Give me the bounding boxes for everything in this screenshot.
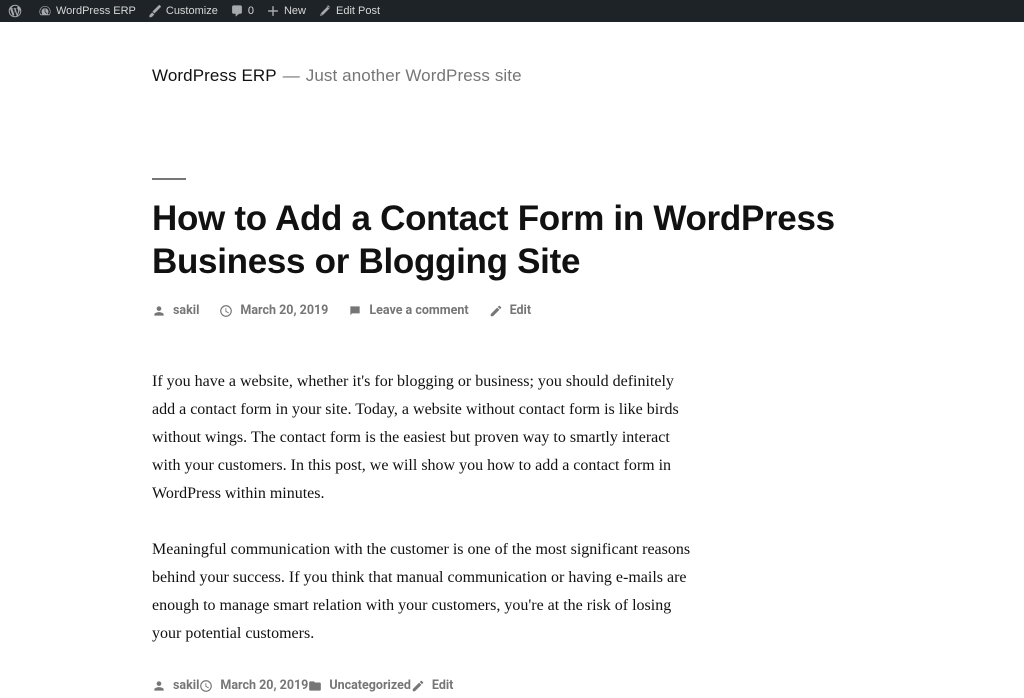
site-tagline: Just another WordPress site [306, 66, 522, 86]
brush-icon [148, 4, 162, 18]
meta-comment-link[interactable]: Leave a comment [348, 303, 468, 318]
meta-author-bottom: sakil [152, 678, 199, 693]
comments-count: 0 [248, 0, 254, 22]
meta-edit-link[interactable]: Edit [489, 303, 532, 318]
author-link-bottom[interactable]: sakil [173, 678, 199, 693]
date-link-bottom[interactable]: March 20, 2019 [220, 678, 308, 693]
edit-post-label: Edit Post [336, 0, 380, 22]
wordpress-icon [8, 4, 22, 18]
site-title[interactable]: WordPress ERP [152, 66, 277, 86]
post-title: How to Add a Contact Form in WordPress B… [152, 198, 872, 283]
leave-comment-label: Leave a comment [369, 303, 468, 318]
dashboard-link[interactable]: WordPress ERP [32, 0, 142, 22]
date-link[interactable]: March 20, 2019 [240, 303, 328, 318]
edit-label: Edit [510, 303, 532, 318]
meta-date-bottom: March 20, 2019 [199, 678, 308, 693]
edit-label-bottom: Edit [432, 678, 454, 693]
dashboard-icon [38, 4, 52, 18]
post: How to Add a Contact Form in WordPress B… [0, 178, 1024, 693]
clock-icon [219, 304, 233, 318]
comments-icon [230, 4, 244, 18]
person-icon [152, 304, 166, 318]
meta-edit-link-bottom[interactable]: Edit [411, 678, 454, 693]
edit-icon [489, 304, 503, 318]
edit-icon [411, 679, 425, 693]
site-header: WordPress ERP — Just another WordPress s… [0, 22, 1024, 98]
person-icon [152, 679, 166, 693]
paragraph-2: Meaningful communication with the custom… [152, 536, 692, 648]
category-label: Uncategorized [329, 678, 411, 693]
new-link[interactable]: New [260, 0, 312, 22]
clock-icon [199, 679, 213, 693]
plus-icon [266, 4, 280, 18]
new-label: New [284, 0, 306, 22]
meta-category-link[interactable]: Uncategorized [308, 678, 411, 693]
customize-label: Customize [166, 0, 218, 22]
meta-author: sakil [152, 303, 199, 318]
wp-logo-button[interactable] [2, 0, 32, 22]
post-top-divider [152, 178, 186, 180]
page-body: WordPress ERP — Just another WordPress s… [0, 22, 1024, 693]
wp-admin-bar: WordPress ERP Customize 0 New Edit Post [0, 0, 1024, 22]
meta-date: March 20, 2019 [219, 303, 328, 318]
comment-icon [348, 304, 362, 318]
post-meta-top: sakil March 20, 2019 Leave a comment Edi… [152, 303, 1024, 318]
edit-post-link[interactable]: Edit Post [312, 0, 386, 22]
pencil-icon [318, 4, 332, 18]
author-link[interactable]: sakil [173, 303, 199, 318]
folder-icon [308, 679, 322, 693]
comments-link[interactable]: 0 [224, 0, 260, 22]
paragraph-1: If you have a website, whether it's for … [152, 368, 692, 508]
post-meta-bottom: sakil March 20, 2019 Uncategorized Edit [152, 678, 1024, 693]
header-separator: — [283, 66, 300, 86]
customize-link[interactable]: Customize [142, 0, 224, 22]
site-name-label: WordPress ERP [56, 0, 136, 22]
post-content: If you have a website, whether it's for … [152, 368, 692, 648]
